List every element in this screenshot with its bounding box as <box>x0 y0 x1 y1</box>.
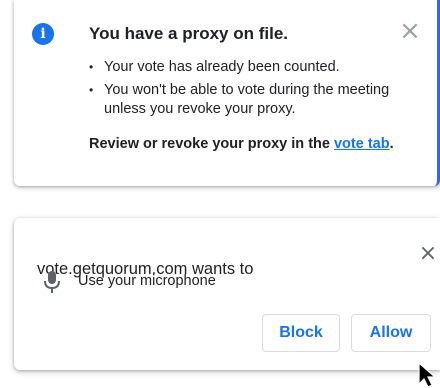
block-button[interactable]: Block <box>262 314 340 352</box>
close-icon[interactable]: × <box>399 18 421 44</box>
microphone-icon <box>44 271 60 293</box>
review-prefix: Review or revoke your proxy in the <box>89 136 334 152</box>
cursor-icon <box>418 362 437 388</box>
close-icon[interactable]: × <box>416 242 440 266</box>
proxy-notice-card: i You have a proxy on file. × Your vote … <box>14 0 440 186</box>
review-text: Review or revoke your proxy in the vote … <box>89 136 394 152</box>
vote-tab-link[interactable]: vote tab <box>334 136 390 152</box>
review-suffix: . <box>389 136 394 152</box>
notice-bullet: Your vote has already been counted. <box>89 58 409 77</box>
allow-button[interactable]: Allow <box>351 314 431 352</box>
notice-bullet: You won't be able to vote during the mee… <box>89 81 409 119</box>
permission-prompt: × vote.getquorum.com wants to Use your m… <box>14 218 440 370</box>
notice-title: You have a proxy on file. <box>89 24 289 43</box>
info-icon: i <box>32 23 54 45</box>
permission-label: Use your microphone <box>78 273 216 289</box>
notice-bullet-list: Your vote has already been counted. You … <box>89 58 409 123</box>
